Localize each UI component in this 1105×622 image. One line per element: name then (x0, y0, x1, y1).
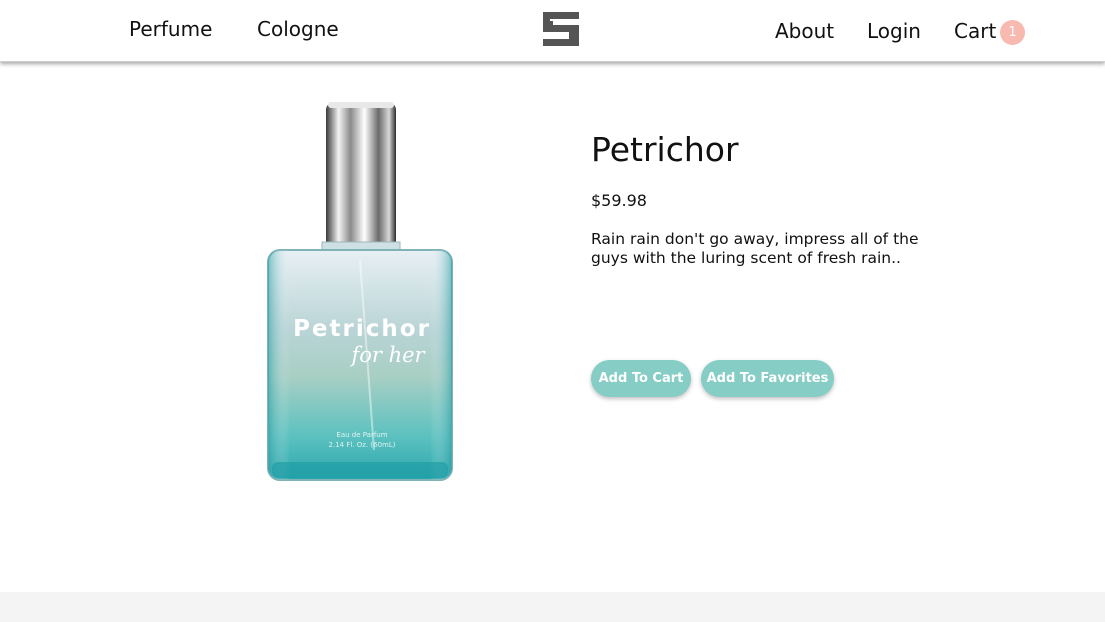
nav-link-about[interactable]: About (775, 19, 834, 43)
cart-count-badge[interactable]: 1 (1000, 20, 1025, 45)
stacked-s-logo-icon[interactable] (543, 12, 579, 46)
add-to-favorites-button[interactable]: Add To Favorites (701, 360, 834, 397)
svg-text:Petrichor: Petrichor (293, 316, 431, 342)
nav-link-perfume[interactable]: Perfume (129, 17, 212, 41)
svg-text:for her: for her (349, 343, 426, 367)
product-price: $59.98 (591, 191, 647, 210)
svg-text:Eau de Parfum: Eau de Parfum (336, 431, 387, 439)
product-description: Rain rain don't go away, impress all of … (591, 230, 919, 267)
top-navbar: Perfume Cologne About Login Cart 1 (0, 0, 1105, 62)
nav-link-cart[interactable]: Cart (954, 19, 996, 43)
product-title: Petrichor (591, 130, 739, 169)
footer (0, 592, 1105, 622)
perfume-bottle-image: Petrichor for her Eau de Parfum 2.14 Fl.… (267, 102, 453, 481)
add-to-cart-button[interactable]: Add To Cart (591, 360, 691, 397)
svg-text:2.14 Fl. Oz. (60mL): 2.14 Fl. Oz. (60mL) (329, 441, 396, 449)
nav-link-login[interactable]: Login (867, 19, 921, 43)
nav-link-cologne[interactable]: Cologne (257, 17, 339, 41)
